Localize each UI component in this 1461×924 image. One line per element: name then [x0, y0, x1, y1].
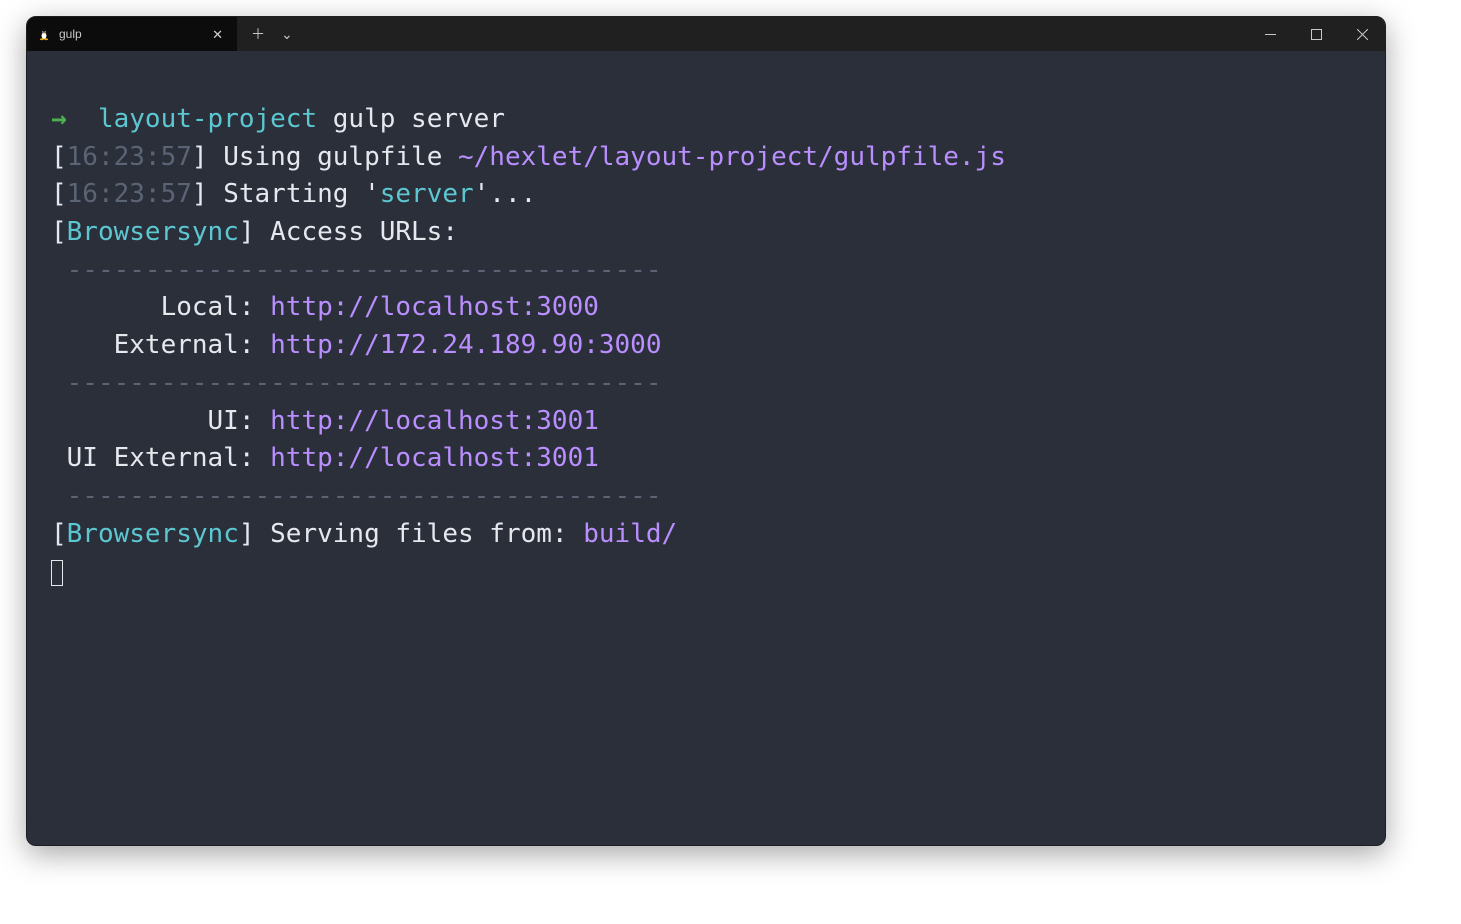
external-url: http://172.24.189.90:3000	[270, 330, 661, 360]
browsersync-label-1: Browsersync	[67, 217, 239, 247]
serving-text: Serving files from:	[255, 519, 584, 549]
ui-url: http://localhost:3001	[270, 406, 599, 436]
starting-suffix: '...	[474, 179, 537, 209]
tab-title: gulp	[59, 27, 82, 41]
terminal-window: gulp ✕ ＋ ⌄ → layout-project gulp server …	[26, 16, 1386, 846]
separator-2: --------------------------------------	[51, 368, 661, 398]
separator-1: --------------------------------------	[51, 255, 661, 285]
cursor-icon	[51, 560, 63, 586]
window-controls	[1247, 17, 1385, 51]
gulpfile-path: ~/hexlet/layout-project/gulpfile.js	[458, 142, 1006, 172]
new-tab-button[interactable]: ＋	[251, 24, 265, 44]
ui-external-url: http://localhost:3001	[270, 443, 599, 473]
local-url: http://localhost:3000	[270, 292, 599, 322]
ui-external-label: UI External:	[51, 443, 270, 473]
minimize-button[interactable]	[1247, 17, 1293, 51]
tab-actions: ＋ ⌄	[237, 17, 293, 51]
titlebar: gulp ✕ ＋ ⌄	[27, 17, 1385, 51]
terminal-output[interactable]: → layout-project gulp server [16:23:57] …	[27, 51, 1385, 845]
local-label: Local:	[51, 292, 270, 322]
timestamp-2: 16:23:57	[67, 179, 192, 209]
timestamp-1: 16:23:57	[67, 142, 192, 172]
ui-label: UI:	[51, 406, 270, 436]
maximize-icon	[1311, 29, 1322, 40]
close-window-button[interactable]	[1339, 17, 1385, 51]
maximize-button[interactable]	[1293, 17, 1339, 51]
starting-prefix: Starting '	[208, 179, 380, 209]
starting-task: server	[380, 179, 474, 209]
tux-icon	[37, 27, 51, 41]
separator-3: --------------------------------------	[51, 481, 661, 511]
serving-dir: build/	[583, 519, 677, 549]
tab-close-icon[interactable]: ✕	[208, 26, 227, 43]
external-label: External:	[51, 330, 270, 360]
browsersync-label-2: Browsersync	[67, 519, 239, 549]
prompt-command: gulp server	[333, 104, 505, 134]
prompt-cwd: layout-project	[98, 104, 317, 134]
using-gulpfile-text: Using gulpfile	[208, 142, 458, 172]
access-urls-text: Access URLs:	[255, 217, 459, 247]
tab-gulp[interactable]: gulp ✕	[27, 17, 237, 51]
prompt-arrow: →	[51, 104, 67, 134]
minimize-icon	[1265, 29, 1276, 40]
tab-dropdown-icon[interactable]: ⌄	[281, 26, 293, 43]
close-icon	[1357, 29, 1368, 40]
